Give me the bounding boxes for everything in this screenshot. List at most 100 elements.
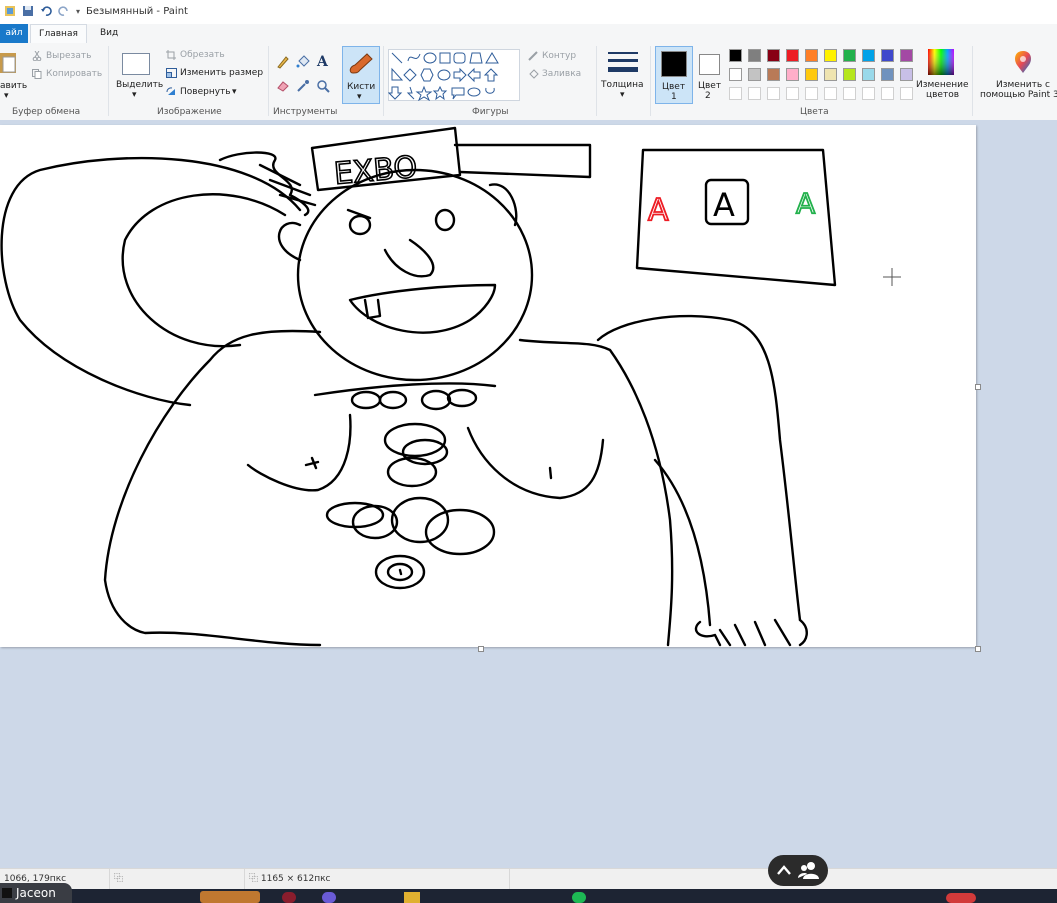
drawing-canvas[interactable]: EXBO A A A [0, 125, 976, 647]
undo-icon[interactable] [40, 5, 52, 17]
edit-colors-line2[interactable]: цветов [926, 90, 959, 100]
paint3d-line1[interactable]: Изменить с [996, 80, 1050, 90]
palette-color-swatch[interactable] [862, 68, 875, 81]
palette-color-swatch[interactable] [881, 49, 894, 62]
resize-handle-right[interactable] [975, 384, 981, 390]
custom-color-slot[interactable] [786, 87, 799, 100]
outline-button[interactable]: Контур [542, 51, 576, 61]
select-button[interactable]: Выделить [116, 80, 163, 90]
custom-color-slot[interactable] [824, 87, 837, 100]
edit-colors-line1[interactable]: Изменение [916, 80, 969, 90]
group-divider [596, 46, 597, 116]
taskbar-notification-badge[interactable] [946, 893, 976, 903]
taskbar-app-icon[interactable] [322, 892, 336, 903]
taskbar-app-icon[interactable] [282, 892, 296, 903]
screen-share-pill[interactable] [768, 855, 828, 886]
title-bar: ▾ Безымянный - Paint [0, 0, 1057, 25]
resize-icon [166, 68, 177, 78]
user-name: Jaceon [16, 886, 56, 900]
palette-color-swatch[interactable] [900, 68, 913, 81]
palette-color-swatch[interactable] [805, 68, 818, 81]
custom-color-slot[interactable] [748, 87, 761, 100]
window-title: Безымянный - Paint [86, 6, 188, 17]
text-tool-icon[interactable]: A [317, 54, 328, 70]
mouth [348, 283, 497, 334]
taskbar-app-icon[interactable] [572, 892, 586, 903]
tab-home[interactable]: Главная [30, 24, 87, 44]
paste-dropdown-icon[interactable]: ▾ [4, 91, 9, 101]
canvas-size: ⿻ 1165 × 612пкс [245, 869, 510, 890]
palette-color-swatch[interactable] [729, 49, 742, 62]
thickness-button[interactable]: Толщина ▾ [600, 46, 646, 102]
taskbar-app-icon[interactable] [200, 891, 260, 903]
color2-label-line1: Цвет [698, 81, 722, 91]
redo-icon[interactable] [58, 5, 70, 17]
paint3d-icon[interactable] [1011, 49, 1035, 75]
custom-color-slot[interactable] [805, 87, 818, 100]
color2-button[interactable]: Цвет 2 [694, 46, 724, 102]
palette-color-swatch[interactable] [805, 49, 818, 62]
thickness-label: Толщина [601, 80, 644, 90]
shapes-gallery[interactable] [388, 49, 520, 101]
taskbar-folder-icon[interactable] [404, 892, 420, 903]
paste-button[interactable]: авить [0, 81, 27, 91]
custom-color-slot[interactable] [900, 87, 913, 100]
pencil-icon[interactable] [276, 55, 290, 69]
customize-quick-access-icon[interactable]: ▾ [76, 7, 80, 16]
palette-color-swatch[interactable] [767, 68, 780, 81]
resize-handle-bottom[interactable] [478, 646, 484, 652]
tab-file[interactable]: айл [0, 24, 28, 43]
fill-button[interactable]: Заливка [542, 69, 581, 79]
palette-color-swatch[interactable] [748, 68, 761, 81]
palette-color-swatch[interactable] [748, 49, 761, 62]
tab-view[interactable]: Вид [92, 24, 126, 43]
rotate-dropdown-icon[interactable]: ▾ [232, 87, 237, 97]
paint3d-line2[interactable]: помощью Paint 3 [980, 90, 1057, 100]
palette-color-swatch[interactable] [843, 68, 856, 81]
resize-handle-corner[interactable] [975, 646, 981, 652]
participants-icon[interactable] [798, 861, 820, 879]
collar-line [313, 382, 497, 397]
brushes-button[interactable]: Кисти ▾ [342, 46, 380, 104]
select-icon[interactable] [122, 53, 150, 75]
copy-button[interactable]: Копировать [46, 69, 102, 79]
paste-icon[interactable] [0, 49, 18, 75]
select-dropdown-icon[interactable]: ▾ [132, 90, 137, 100]
right-hand [694, 618, 808, 647]
color1-button[interactable]: Цвет 1 [655, 46, 693, 104]
color-picker-icon[interactable] [296, 79, 310, 93]
palette-color-swatch[interactable] [824, 49, 837, 62]
fill-bucket-icon[interactable] [296, 55, 310, 69]
right-pec [466, 426, 605, 500]
necklace-bead [378, 390, 408, 410]
palette-color-swatch[interactable] [786, 68, 799, 81]
resize-button[interactable]: Изменить размер [180, 68, 263, 78]
palette-color-swatch[interactable] [786, 49, 799, 62]
palette-color-swatch[interactable] [824, 68, 837, 81]
brushes-label: Кисти [347, 82, 376, 92]
custom-color-slot[interactable] [729, 87, 742, 100]
chevron-up-icon[interactable] [777, 864, 791, 876]
custom-color-slot[interactable] [843, 87, 856, 100]
palette-color-swatch[interactable] [843, 49, 856, 62]
eraser-icon[interactable] [276, 79, 290, 93]
palette-color-swatch[interactable] [767, 49, 780, 62]
color1-label-line2: 1 [671, 92, 677, 102]
custom-color-slot[interactable] [881, 87, 894, 100]
custom-color-slot[interactable] [767, 87, 780, 100]
tooth [363, 298, 382, 320]
right-shoulder [518, 338, 674, 647]
rotate-button[interactable]: Повернуть [180, 87, 231, 97]
magnifier-icon[interactable] [316, 79, 330, 93]
crop-button[interactable]: Обрезать [180, 50, 225, 60]
group-divider [108, 46, 109, 116]
palette-color-swatch[interactable] [900, 49, 913, 62]
cut-button[interactable]: Вырезать [46, 51, 91, 61]
custom-color-slot[interactable] [862, 87, 875, 100]
palette-color-swatch[interactable] [729, 68, 742, 81]
colors-group-label: Цвета [800, 107, 829, 117]
save-icon[interactable] [22, 5, 34, 17]
right-arm [596, 314, 802, 622]
palette-color-swatch[interactable] [881, 68, 894, 81]
palette-color-swatch[interactable] [862, 49, 875, 62]
